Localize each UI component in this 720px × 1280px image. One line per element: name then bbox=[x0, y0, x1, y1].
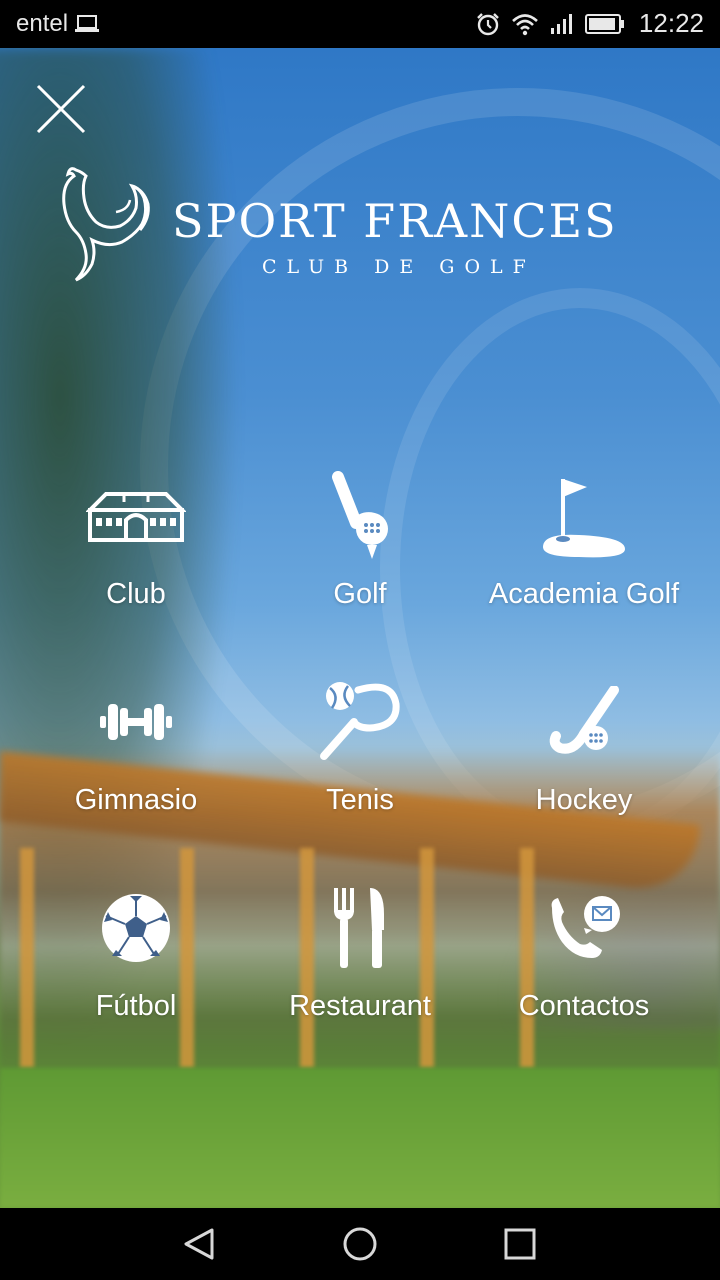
menu-item-gimnasio[interactable]: Gimnasio bbox=[16, 672, 256, 862]
menu-label-gimnasio: Gimnasio bbox=[74, 784, 198, 816]
logo-subtitle: CLUB DE GOLF bbox=[262, 256, 536, 278]
phone-mail-icon bbox=[551, 896, 620, 958]
hockey-stick-icon bbox=[549, 686, 619, 754]
laptop-icon bbox=[75, 15, 100, 32]
menu-item-tenis[interactable]: Tenis bbox=[240, 672, 480, 862]
menu-item-restaurant[interactable]: Restaurant bbox=[240, 878, 480, 1068]
clock: 12:22 bbox=[638, 8, 704, 38]
recents-icon bbox=[504, 1228, 536, 1260]
tennis-racket-icon bbox=[320, 682, 400, 760]
logo-title: SPORT FRANCES bbox=[172, 194, 618, 248]
menu-item-hockey[interactable]: Hockey bbox=[464, 672, 704, 862]
fork-knife-icon bbox=[334, 888, 384, 968]
menu-label-tenis: Tenis bbox=[326, 784, 394, 816]
back-button[interactable] bbox=[180, 1224, 220, 1264]
menu-item-futbol[interactable]: Fútbol bbox=[16, 878, 256, 1068]
signal-icon bbox=[550, 13, 572, 34]
menu-label-academia-golf: Academia Golf bbox=[488, 578, 680, 610]
status-bar: entel 12:22 bbox=[0, 0, 720, 48]
recents-button[interactable] bbox=[500, 1224, 540, 1264]
status-icons: 12:22 bbox=[475, 8, 704, 39]
menu-item-golf[interactable]: Golf bbox=[240, 466, 480, 656]
wifi-icon bbox=[512, 13, 538, 35]
home-button[interactable] bbox=[340, 1224, 380, 1264]
alarm-icon bbox=[477, 12, 499, 35]
home-icon bbox=[343, 1227, 377, 1261]
menu-label-restaurant: Restaurant bbox=[289, 990, 431, 1022]
rooster-icon bbox=[62, 167, 150, 282]
menu-item-club[interactable]: Club bbox=[16, 466, 256, 656]
carrier-name: entel bbox=[16, 10, 69, 37]
menu-label-hockey: Hockey bbox=[535, 784, 633, 816]
close-icon bbox=[36, 84, 86, 134]
lawn bbox=[0, 1068, 720, 1208]
club-logo: SPORT FRANCES CLUB DE GOLF bbox=[56, 164, 676, 294]
clubhouse-icon bbox=[86, 492, 186, 542]
menu-label-golf: Golf bbox=[333, 578, 387, 610]
menu-label-futbol: Fútbol bbox=[95, 990, 177, 1022]
golf-flag-icon bbox=[543, 479, 625, 558]
menu-item-academia-golf[interactable]: Academia Golf bbox=[464, 466, 704, 656]
menu-item-contactos[interactable]: Contactos bbox=[464, 878, 704, 1068]
menu-label-contactos: Contactos bbox=[518, 990, 650, 1022]
battery-icon bbox=[584, 13, 624, 34]
soccer-ball-icon bbox=[102, 894, 170, 962]
navigation-bar bbox=[0, 1208, 720, 1280]
golf-club-ball-icon bbox=[332, 471, 388, 559]
carrier-info: entel bbox=[16, 10, 100, 38]
menu-label-club: Club bbox=[106, 578, 166, 610]
dumbbell-icon bbox=[100, 704, 172, 740]
back-icon bbox=[184, 1228, 214, 1260]
close-button[interactable] bbox=[36, 84, 86, 134]
